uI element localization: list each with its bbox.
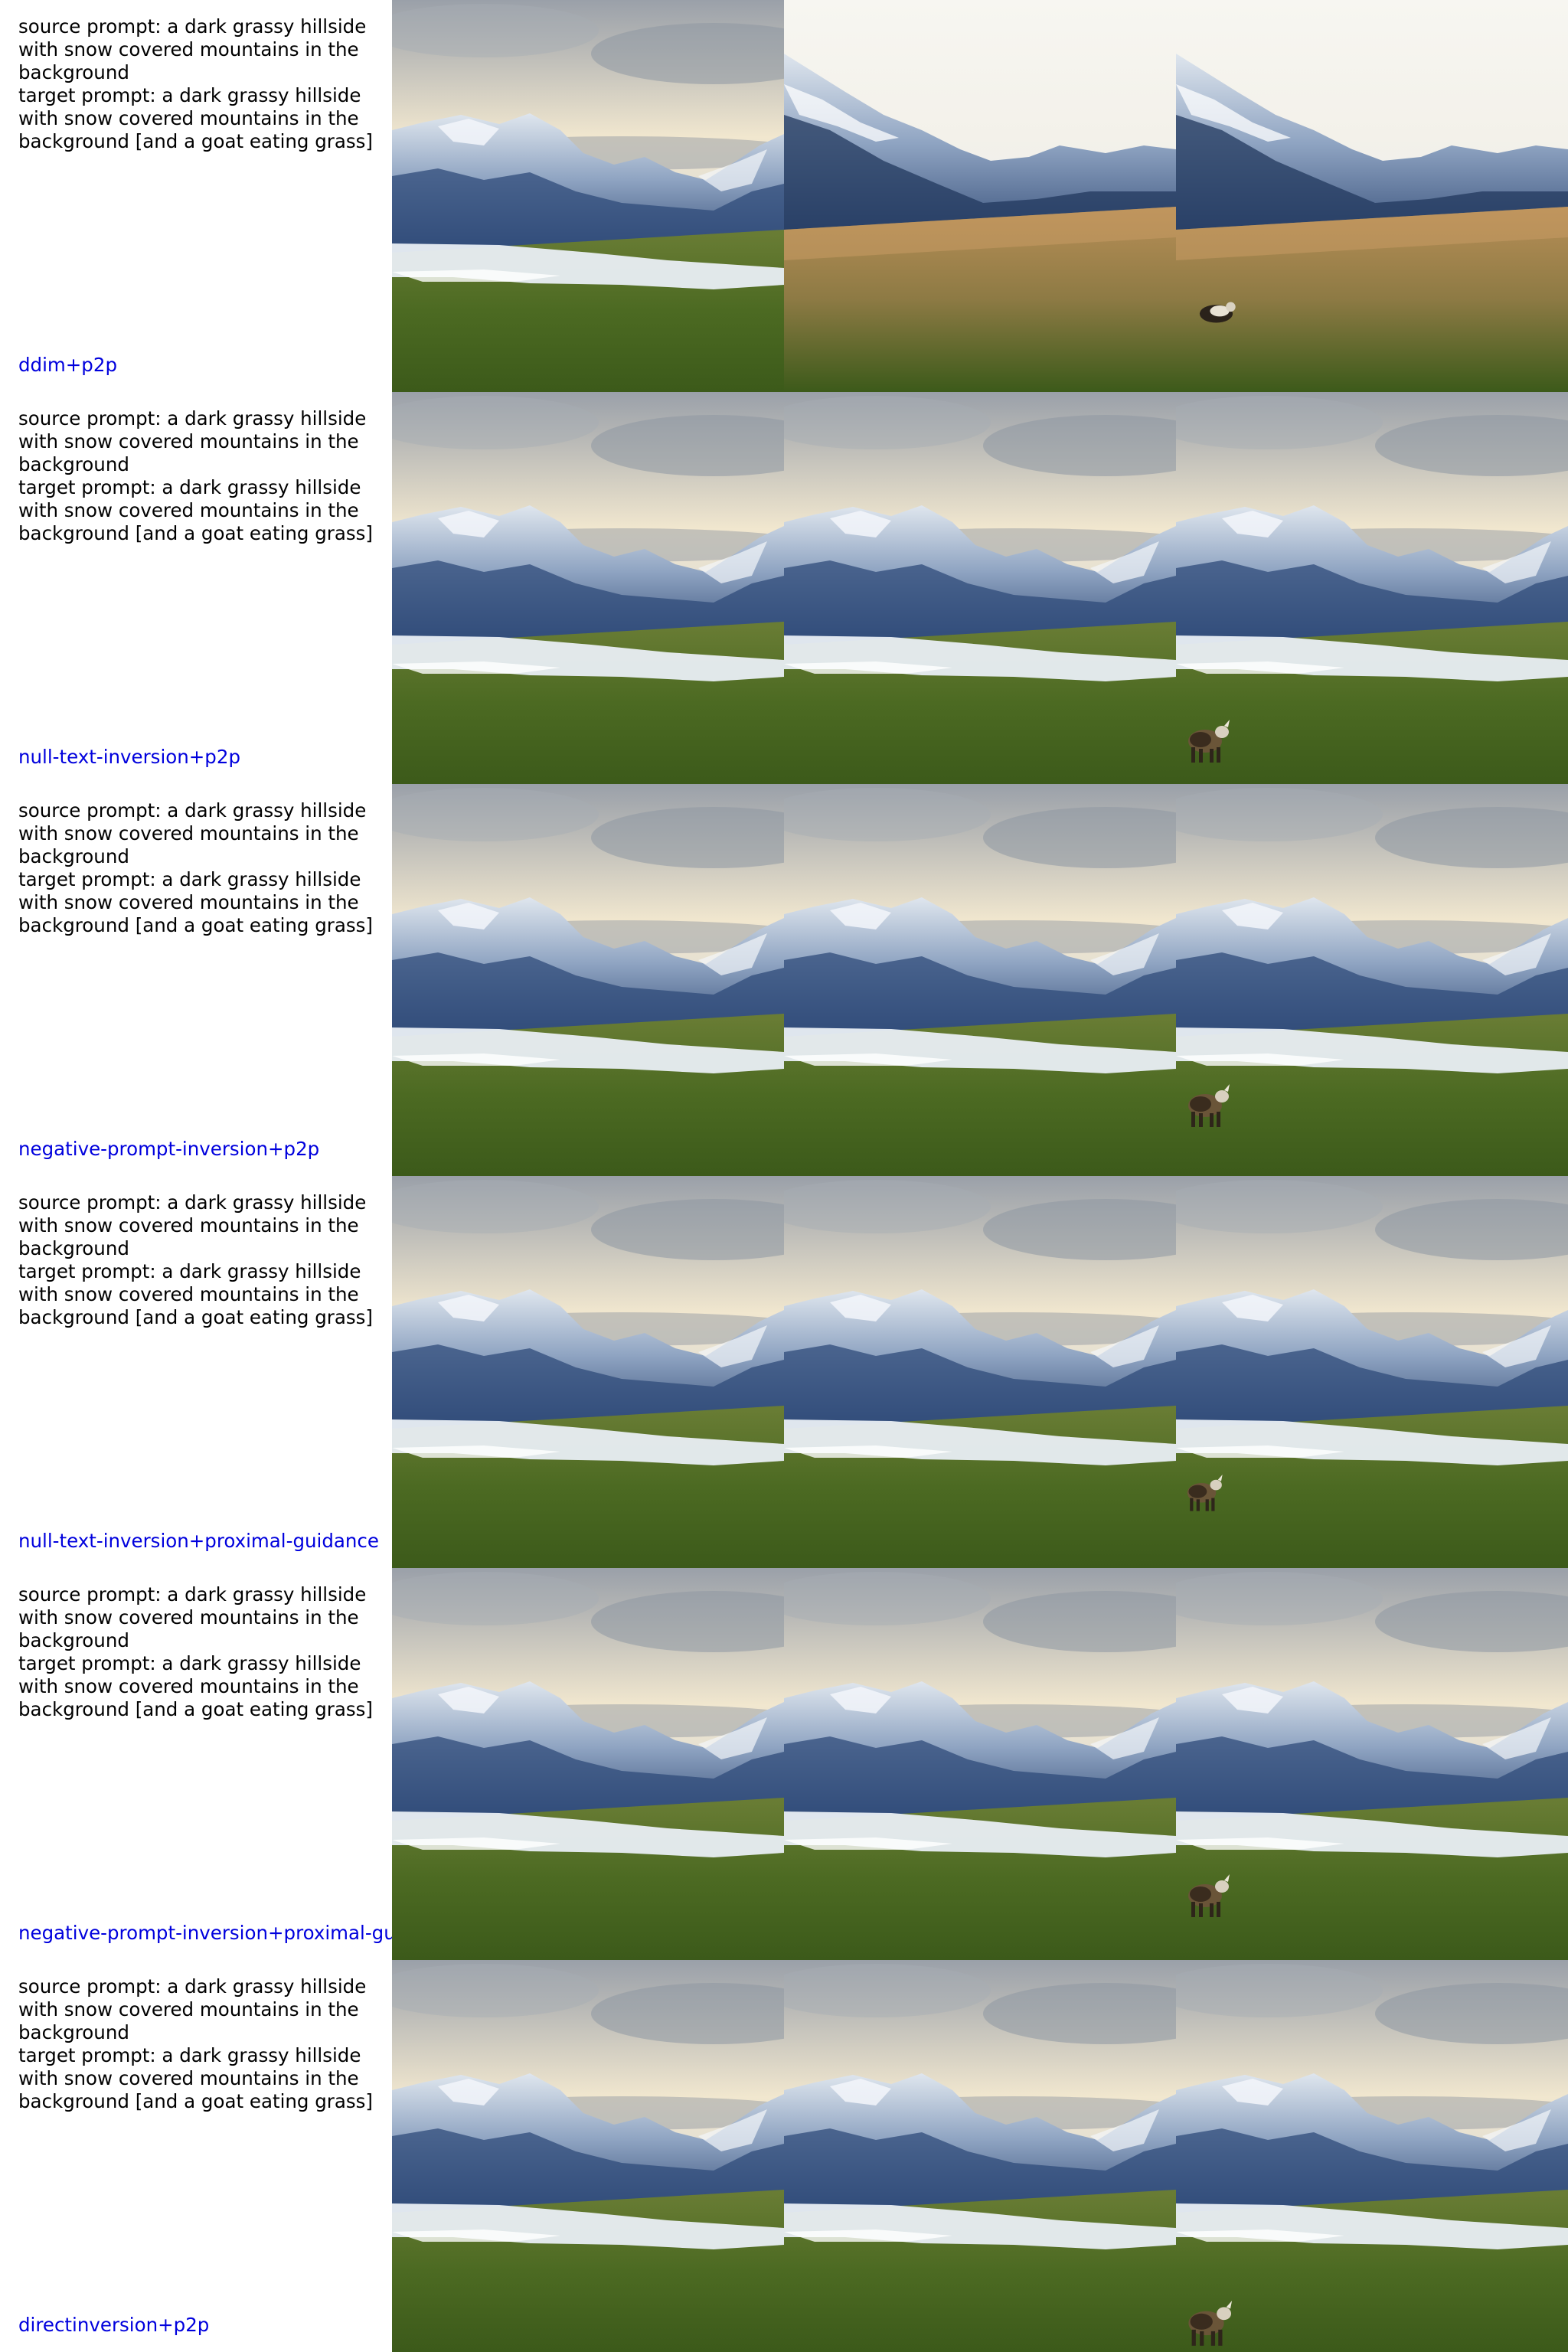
method-label: negative-prompt-inversion+p2p — [18, 1138, 320, 1160]
comparison-row: source prompt: a dark grassy hillside wi… — [0, 1568, 1568, 1960]
source-image — [392, 392, 784, 784]
row-label-panel: source prompt: a dark grassy hillside wi… — [0, 784, 392, 1176]
reconstruction-image — [784, 1960, 1176, 2352]
prompt-text: source prompt: a dark grassy hillside wi… — [18, 15, 373, 152]
source-image — [392, 0, 784, 392]
prompt-text: source prompt: a dark grassy hillside wi… — [18, 1975, 373, 2112]
prompt-text: source prompt: a dark grassy hillside wi… — [18, 407, 373, 544]
row-label-panel: source prompt: a dark grassy hillside wi… — [0, 1568, 392, 1960]
comparison-row: source prompt: a dark grassy hillside wi… — [0, 1176, 1568, 1568]
edited-image — [1176, 0, 1568, 392]
comparison-row: source prompt: a dark grassy hillside wi… — [0, 392, 1568, 784]
reconstruction-image — [784, 1176, 1176, 1568]
method-label: negative-prompt-inversion+proximal-guida… — [18, 1922, 392, 1944]
row-label-panel: source prompt: a dark grassy hillside wi… — [0, 1960, 392, 2352]
method-label: null-text-inversion+p2p — [18, 746, 240, 768]
reconstruction-image — [784, 392, 1176, 784]
comparison-row: source prompt: a dark grassy hillside wi… — [0, 1960, 1568, 2352]
method-label: ddim+p2p — [18, 354, 117, 376]
prompt-text: source prompt: a dark grassy hillside wi… — [18, 1583, 373, 1720]
prompt-text: source prompt: a dark grassy hillside wi… — [18, 1191, 373, 1328]
row-label-panel: source prompt: a dark grassy hillside wi… — [0, 1176, 392, 1568]
method-label: directinversion+p2p — [18, 2314, 210, 2336]
reconstruction-image — [784, 0, 1176, 392]
comparison-row: source prompt: a dark grassy hillside wi… — [0, 784, 1568, 1176]
row-label-panel: source prompt: a dark grassy hillside wi… — [0, 392, 392, 784]
source-image — [392, 1176, 784, 1568]
source-image — [392, 784, 784, 1176]
source-image — [392, 1568, 784, 1960]
reconstruction-image — [784, 1568, 1176, 1960]
prompt-text: source prompt: a dark grassy hillside wi… — [18, 799, 373, 936]
edited-image — [1176, 1960, 1568, 2352]
comparison-row: source prompt: a dark grassy hillside wi… — [0, 0, 1568, 392]
source-image — [392, 1960, 784, 2352]
row-label-panel: source prompt: a dark grassy hillside wi… — [0, 0, 392, 392]
edited-image — [1176, 392, 1568, 784]
edited-image — [1176, 1568, 1568, 1960]
edited-image — [1176, 1176, 1568, 1568]
reconstruction-image — [784, 784, 1176, 1176]
edited-image — [1176, 784, 1568, 1176]
method-label: null-text-inversion+proximal-guidance — [18, 1530, 379, 1552]
